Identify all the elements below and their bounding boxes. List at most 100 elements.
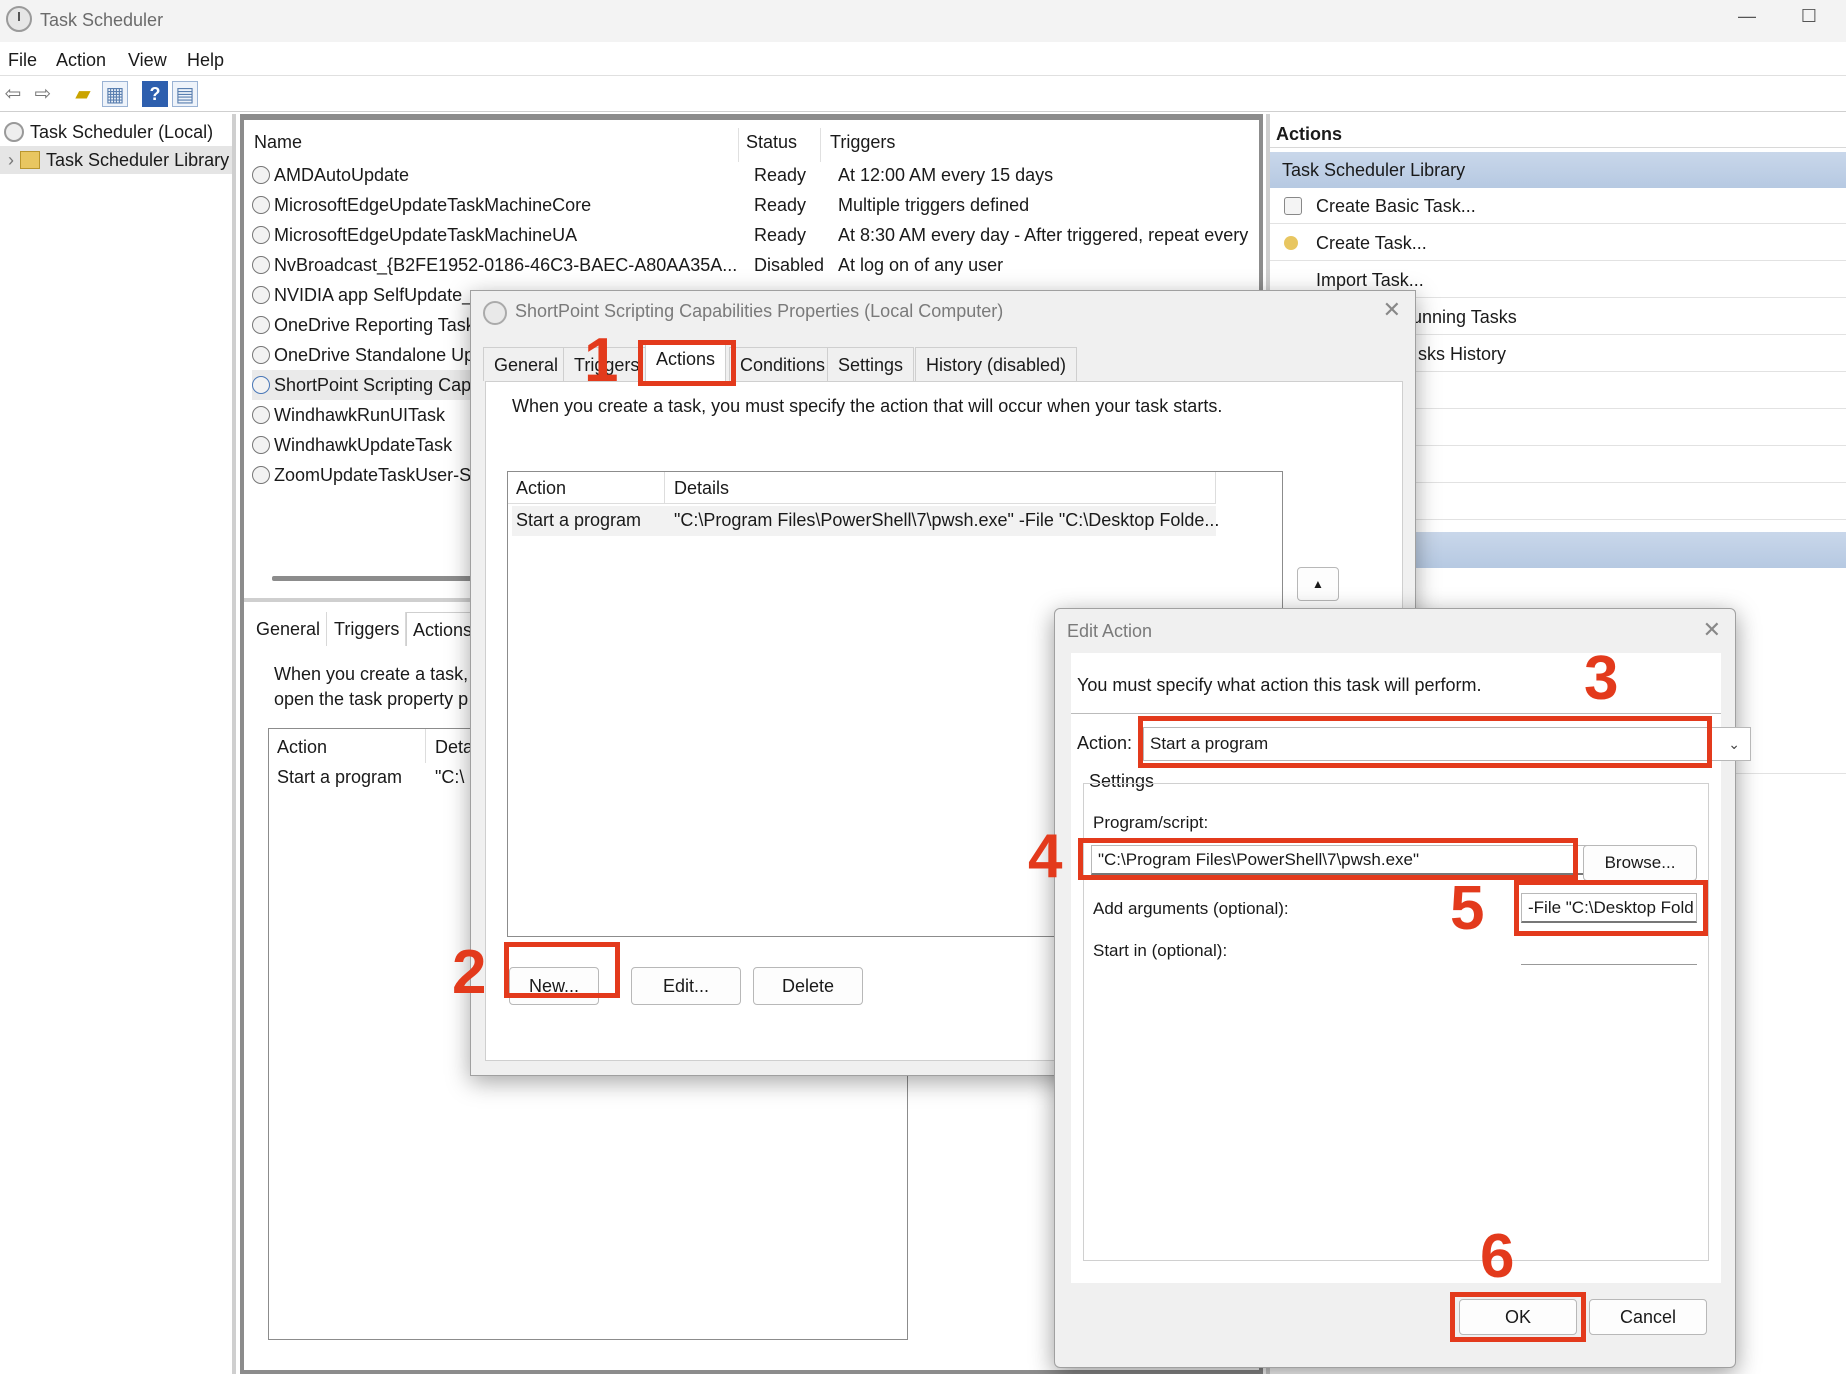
- view-icon[interactable]: ▦: [102, 81, 128, 107]
- cancel-button[interactable]: Cancel: [1589, 1299, 1707, 1335]
- table-row[interactable]: ShortPoint Scripting Cap: [252, 370, 472, 400]
- close-icon[interactable]: ✕: [1383, 297, 1401, 323]
- clock-icon: [252, 376, 270, 394]
- actions-header-label: Actions: [1276, 124, 1343, 144]
- table-row[interactable]: AMDAutoUpdate Ready At 12:00 AM every 15 d…: [252, 160, 1053, 190]
- title-bar: Task Scheduler — ☐: [0, 0, 1846, 42]
- maximize-icon[interactable]: ☐: [1796, 6, 1822, 32]
- arguments-field[interactable]: -File "C:\Desktop Fold: [1521, 893, 1697, 923]
- details-cell[interactable]: "C:\: [435, 767, 464, 788]
- table-row[interactable]: WindhawkUpdateTask: [252, 430, 452, 460]
- tab-triggers[interactable]: Triggers: [328, 612, 407, 646]
- task-name: MicrosoftEdgeUpdateTaskMachineUA: [274, 225, 578, 245]
- task-name: NVIDIA app SelfUpdate_: [274, 285, 473, 305]
- table-row[interactable]: NVIDIA app SelfUpdate_: [252, 280, 472, 310]
- move-up-button[interactable]: ▲: [1297, 567, 1339, 601]
- panel-icon[interactable]: ▤: [172, 81, 198, 107]
- chevron-right-icon[interactable]: ›: [8, 150, 14, 170]
- new-button[interactable]: New...: [509, 967, 599, 1005]
- task-trigger: At log on of any user: [838, 255, 1004, 275]
- tab-actions[interactable]: Actions: [406, 612, 480, 646]
- program-field[interactable]: "C:\Program Files\PowerShell\7\pwsh.exe": [1091, 845, 1599, 875]
- task-status: Ready: [754, 195, 807, 215]
- table-row[interactable]: WindhawkRunUITask: [252, 400, 445, 430]
- folder-up-icon[interactable]: ▰: [70, 81, 96, 107]
- column-header-name[interactable]: Name: [254, 132, 302, 153]
- action-cell[interactable]: Start a program: [277, 767, 402, 788]
- clock-icon: [483, 301, 507, 325]
- tab-general[interactable]: General: [483, 347, 570, 381]
- clock-icon: [252, 406, 270, 424]
- clock-icon: [252, 466, 270, 484]
- table-row[interactable]: Start a program "C:\Program Files\PowerS…: [512, 506, 1220, 536]
- actions-description: When you create a task, you must specify…: [512, 396, 1223, 416]
- folder-icon: [20, 151, 40, 169]
- action-label: Action:: [1077, 733, 1133, 753]
- action-label: Create Task...: [1316, 233, 1427, 253]
- description-line: open the task property p: [274, 689, 469, 709]
- chevron-down-icon: ⌄: [1728, 736, 1740, 752]
- clock-icon: [252, 166, 270, 184]
- browse-button[interactable]: Browse...: [1583, 845, 1697, 881]
- table-row[interactable]: MicrosoftEdgeUpdateTaskMachineCore Ready M…: [252, 190, 1029, 220]
- edit-button[interactable]: Edit...: [631, 967, 741, 1005]
- close-icon[interactable]: ✕: [1703, 617, 1721, 643]
- actions-section-header[interactable]: Task Scheduler Library: [1270, 152, 1846, 188]
- help-icon[interactable]: ?: [142, 81, 168, 107]
- tree-root-label: Task Scheduler (Local): [30, 122, 214, 142]
- task-name: ShortPoint Scripting Cap: [274, 375, 472, 395]
- task-trigger: At 8:30 AM every day - After triggered, …: [838, 225, 1249, 245]
- description-line: When you create a task,: [274, 664, 469, 684]
- table-row[interactable]: NvBroadcast_{B2FE1952-0186-46C3-BAEC-A80…: [252, 250, 1003, 280]
- minimize-icon[interactable]: —: [1734, 6, 1760, 32]
- menu-file[interactable]: File: [8, 50, 37, 71]
- menu-view[interactable]: View: [128, 50, 167, 71]
- list-header: [508, 472, 1216, 504]
- wizard-icon: [1284, 197, 1302, 215]
- column-header-action[interactable]: Action: [516, 478, 566, 499]
- task-name: WindhawkUpdateTask: [274, 435, 453, 455]
- details-cell: "C:\Program Files\PowerShell\7\pwsh.exe"…: [674, 510, 1220, 530]
- back-arrow-icon[interactable]: ⇦: [0, 81, 26, 107]
- tab-conditions[interactable]: Conditions: [729, 347, 837, 381]
- table-row[interactable]: ZoomUpdateTaskUser-S: [252, 460, 471, 490]
- step-number: 1: [584, 326, 619, 395]
- tree-item-root[interactable]: Task Scheduler (Local): [0, 118, 232, 146]
- action-label: Create Basic Task...: [1316, 196, 1476, 216]
- step-number: 5: [1450, 874, 1485, 943]
- start-in-field[interactable]: [1521, 935, 1697, 965]
- table-row[interactable]: OneDrive Reporting Task: [252, 310, 475, 340]
- create-basic-task-link[interactable]: Create Basic Task...: [1270, 188, 1846, 224]
- task-status: Disabled: [754, 255, 825, 275]
- column-header-details[interactable]: Details: [674, 478, 729, 499]
- ok-button[interactable]: OK: [1459, 1299, 1577, 1335]
- horizontal-scrollbar[interactable]: [272, 576, 472, 581]
- actions-pane-header: Actions: [1270, 118, 1846, 148]
- step-number: 4: [1028, 822, 1063, 891]
- tab-history[interactable]: History (disabled): [915, 347, 1078, 381]
- column-header-triggers[interactable]: Triggers: [830, 132, 895, 153]
- clock-icon: [252, 196, 270, 214]
- clock-icon: [252, 436, 270, 454]
- tab-settings[interactable]: Settings: [827, 347, 915, 381]
- column-header-details[interactable]: Deta: [435, 737, 473, 758]
- column-header-action[interactable]: Action: [277, 737, 327, 758]
- table-row[interactable]: MicrosoftEdgeUpdateTaskMachineUA Ready At …: [252, 220, 1248, 250]
- tree-item-library[interactable]: › Task Scheduler Library: [0, 146, 232, 174]
- create-task-link[interactable]: Create Task...: [1270, 225, 1846, 261]
- dialog-title: Edit Action: [1067, 621, 1153, 641]
- menu-help[interactable]: Help: [187, 50, 224, 71]
- task-name: AMDAutoUpdate: [274, 165, 410, 185]
- table-row[interactable]: OneDrive Standalone Up: [252, 340, 474, 370]
- delete-button[interactable]: Delete: [753, 967, 863, 1005]
- clock-icon: [252, 256, 270, 274]
- tab-general[interactable]: General: [250, 612, 328, 646]
- arguments-label: Add arguments (optional):: [1093, 899, 1289, 918]
- step-number: 3: [1584, 644, 1619, 713]
- column-header-status[interactable]: Status: [746, 132, 797, 153]
- action-select-value: Start a program: [1150, 734, 1269, 753]
- forward-arrow-icon[interactable]: ⇨: [30, 81, 56, 107]
- tab-actions[interactable]: Actions: [645, 341, 727, 381]
- menu-action[interactable]: Action: [56, 50, 106, 71]
- action-select[interactable]: Start a program ⌄: [1143, 727, 1751, 761]
